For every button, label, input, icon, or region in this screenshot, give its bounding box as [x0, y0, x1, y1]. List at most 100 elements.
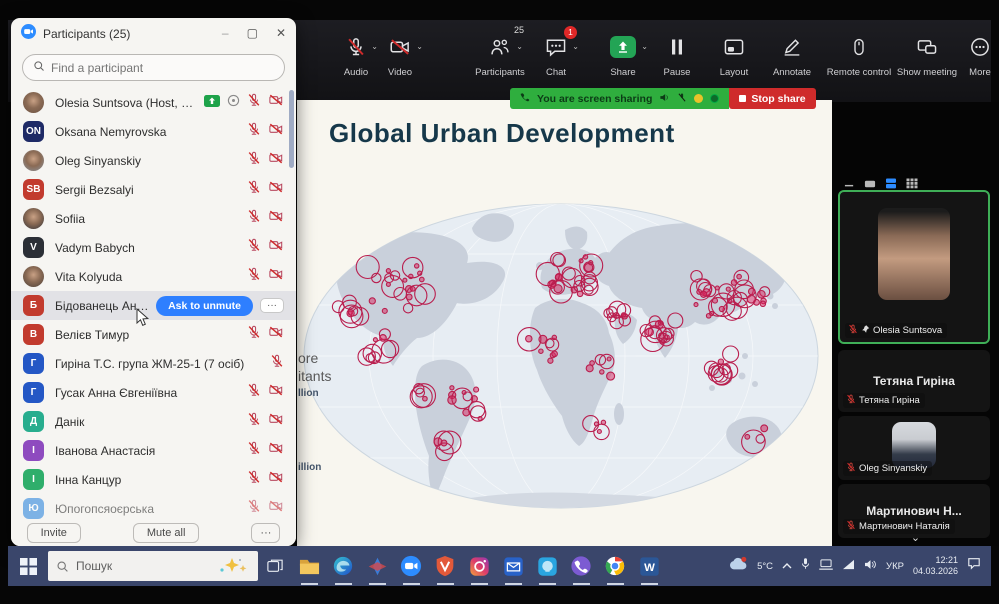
mouse-icon [851, 32, 867, 62]
participant-row[interactable]: ДДанік [11, 407, 296, 436]
file-explorer-taskbar-icon[interactable] [292, 546, 326, 586]
participant-row[interactable]: Sofiia [11, 204, 296, 233]
toolbar-more-button[interactable]: More [958, 32, 999, 90]
minimize-icon[interactable]: – [222, 26, 229, 40]
participant-row[interactable]: SBSergii Bezsalyi [11, 175, 296, 204]
toolbar-show-meeting-button[interactable]: Show meeting [894, 32, 960, 90]
weather-icon[interactable] [728, 556, 748, 576]
mic-off-icon [247, 470, 261, 489]
participant-name: Гусак Анна Євгеніївна [55, 386, 241, 400]
task-view-button[interactable] [258, 558, 292, 574]
world-map [297, 188, 832, 538]
recording-icon [227, 94, 240, 112]
search-input[interactable] [51, 61, 251, 75]
participant-row[interactable]: ЮЮпогопсяоєрська [11, 494, 296, 520]
camera-off-icon [268, 499, 284, 518]
participant-status-icons [247, 209, 284, 228]
participant-name: Гиріна Т.С. група ЖМ-25-1 (7 осіб) [55, 357, 264, 371]
video-tile[interactable]: Oleg Sinyanskiy [838, 416, 990, 480]
participant-more-button[interactable]: ··· [260, 298, 284, 313]
tray-mic-icon[interactable] [801, 557, 810, 575]
participant-status-icons [247, 499, 284, 518]
video-tile[interactable]: Мартинович Н...Мартинович Наталія [838, 484, 990, 538]
video-tile[interactable]: Olesia Suntsova [838, 190, 990, 344]
mail-taskbar-icon[interactable] [496, 546, 530, 586]
footer-more-button[interactable]: ··· [251, 523, 280, 543]
participant-status-icons [247, 441, 284, 460]
participants-scrollbar[interactable] [289, 90, 294, 168]
close-icon[interactable]: ✕ [276, 26, 286, 40]
camera-off-icon [268, 209, 284, 228]
start-button[interactable] [8, 546, 48, 586]
camera-off-icon [268, 151, 284, 170]
toolbar-share-button[interactable]: ⌄Share [594, 32, 652, 90]
participant-name: Vita Kolyuda [55, 270, 241, 284]
invite-button[interactable]: Invite [27, 523, 81, 543]
mic-off-icon [846, 394, 856, 407]
chevron-down-icon[interactable]: ⌄ [416, 42, 423, 51]
participant-row[interactable]: ГГусак Анна Євгеніївна [11, 378, 296, 407]
tray-language[interactable]: УКР [886, 561, 904, 572]
mute-all-button[interactable]: Mute all [133, 523, 200, 543]
mic-off-icon [247, 238, 261, 257]
participant-row[interactable]: VVadym Babych [11, 233, 296, 262]
maximize-icon[interactable]: ▢ [247, 26, 258, 40]
edge-taskbar-icon[interactable] [326, 546, 360, 586]
toolbar-pause-button[interactable]: Pause [653, 32, 701, 90]
participant-row[interactable]: ВВелієв Тимур [11, 320, 296, 349]
browser-taskbar-icon[interactable] [598, 546, 632, 586]
zoom-taskbar-icon[interactable] [394, 546, 428, 586]
participant-row[interactable]: ГГиріна Т.С. група ЖМ-25-1 (7 осіб) [11, 349, 296, 378]
participant-name: Інна Канцур [55, 473, 241, 487]
tray-volume-icon[interactable] [864, 557, 877, 575]
chevron-down-icon[interactable]: ⌄ [641, 42, 648, 51]
toolbar-label: Chat [546, 67, 566, 78]
camera-off-icon [268, 383, 284, 402]
participant-row[interactable]: ІІнна Канцур [11, 465, 296, 494]
participant-name: Olesia Suntsova (Host, me) [55, 96, 198, 110]
participant-row[interactable]: Oleg Sinyanskiy [11, 146, 296, 175]
word-taskbar-icon[interactable]: W [632, 546, 666, 586]
tray-chevron-up-icon[interactable] [782, 557, 792, 575]
avatar: І [23, 440, 44, 461]
dots-circle-icon [970, 32, 990, 62]
ask-to-unmute-button[interactable]: Ask to unmute [156, 296, 253, 316]
video-strip: Olesia SuntsovaТетяна ГирінаТетяна Гирін… [832, 102, 999, 546]
participant-name: Юпогопсяоєрська [55, 502, 241, 516]
participant-row[interactable]: ІІванова Анастасія [11, 436, 296, 465]
chevron-down-icon[interactable]: ⌄ [572, 42, 579, 51]
tray-device-icon[interactable] [819, 557, 833, 575]
chevron-down-icon[interactable]: ⌄ [516, 42, 523, 51]
speaker-icon [659, 92, 670, 106]
toolbar-label: Show meeting [897, 67, 957, 78]
toolbar-video-button[interactable]: ⌄Video [370, 32, 430, 90]
participant-search[interactable] [22, 54, 285, 81]
chevron-down-icon[interactable]: ⌄ [911, 531, 920, 544]
participant-name: Vadym Babych [55, 241, 241, 255]
participant-row[interactable]: ББідованець АндрійAsk to unmute··· [11, 291, 296, 320]
toolbar-layout-button[interactable]: Layout [706, 32, 762, 90]
pause-icon [668, 32, 686, 62]
messenger-app-taskbar-icon[interactable] [530, 546, 564, 586]
toolbar-annotate-button[interactable]: Annotate [760, 32, 824, 90]
photos-taskbar-icon[interactable] [360, 546, 394, 586]
avatar: ON [23, 121, 44, 142]
participant-row[interactable]: ONOksana Nemyrovska [11, 117, 296, 146]
taskbar-search[interactable]: Пошук [48, 551, 258, 581]
toolbar-remote-control-button[interactable]: Remote control [820, 32, 898, 90]
participant-row[interactable]: Vita Kolyuda [11, 262, 296, 291]
toolbar-chat-button[interactable]: 1⌄ Chat [528, 32, 584, 90]
chat-icon: 1⌄ [545, 32, 567, 62]
tray-network-icon[interactable] [842, 557, 855, 575]
toolbar-label: Audio [344, 67, 368, 78]
viber-taskbar-icon[interactable] [564, 546, 598, 586]
security-shield-taskbar-icon[interactable] [428, 546, 462, 586]
participant-row[interactable]: Olesia Suntsova (Host, me) [11, 88, 296, 117]
tray-temperature: 5°C [757, 561, 773, 572]
video-tile[interactable]: Тетяна ГирінаТетяна Гиріна [838, 350, 990, 412]
tray-clock[interactable]: 12:21 04.03.2026 [913, 555, 958, 577]
stop-share-button[interactable]: Stop share [729, 88, 815, 109]
instagram-taskbar-icon[interactable] [462, 546, 496, 586]
camera-off-icon [268, 325, 284, 344]
notification-icon[interactable] [967, 557, 981, 575]
